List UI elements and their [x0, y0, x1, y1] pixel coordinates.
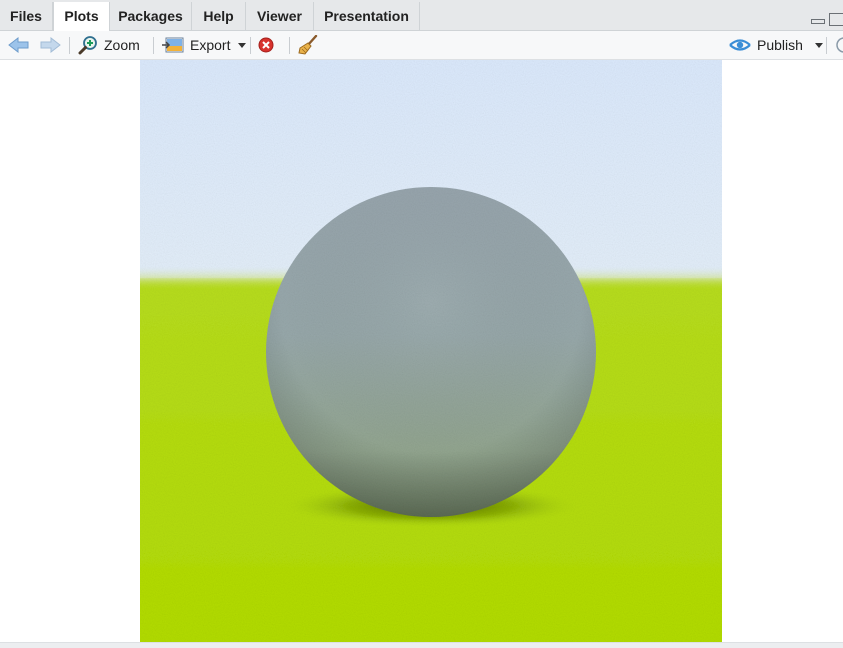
tab-presentation[interactable]: Presentation	[314, 2, 420, 31]
publish-label: Publish	[757, 37, 803, 53]
tab-files[interactable]: Files	[0, 2, 53, 31]
broom-icon	[298, 35, 318, 55]
forward-button[interactable]	[39, 34, 61, 56]
tab-viewer[interactable]: Viewer	[246, 2, 314, 31]
chevron-down-icon	[814, 42, 823, 48]
tab-strip: Files Plots Packages Help Viewer Present…	[0, 0, 843, 32]
tab-plots[interactable]: Plots	[53, 2, 110, 32]
publish-menu-button[interactable]: Publish	[729, 34, 823, 56]
remove-plot-icon	[258, 37, 274, 53]
clear-all-plots-button[interactable]	[298, 34, 318, 56]
arrow-left-icon	[8, 37, 29, 53]
chevron-down-icon	[238, 42, 247, 48]
plot-image	[140, 60, 722, 642]
arrow-right-icon	[40, 37, 61, 53]
toolbar-divider	[153, 37, 154, 54]
tab-help[interactable]: Help	[192, 2, 246, 31]
maximize-pane-button[interactable]	[829, 13, 843, 26]
minimize-pane-button[interactable]	[811, 19, 825, 24]
toolbar-divider	[250, 37, 251, 54]
publish-eye-icon	[729, 39, 751, 51]
zoom-magnifier-icon	[78, 36, 97, 55]
back-button[interactable]	[8, 34, 30, 56]
export-image-icon	[162, 37, 184, 53]
plots-pane: Files Plots Packages Help Viewer Present…	[0, 0, 843, 648]
tab-packages[interactable]: Packages	[110, 2, 192, 31]
zoom-label: Zoom	[104, 37, 140, 53]
export-menu-button[interactable]: Export	[162, 34, 247, 56]
zoom-button[interactable]: Zoom	[78, 34, 140, 56]
toolbar-divider	[69, 37, 70, 54]
refresh-icon	[836, 37, 843, 53]
toolbar-divider	[826, 37, 827, 54]
plots-toolbar: Zoom Export Publish	[0, 31, 843, 60]
refresh-button[interactable]	[834, 34, 843, 56]
toolbar-divider	[289, 37, 290, 54]
pane-bottom-edge	[0, 642, 843, 648]
remove-plot-button[interactable]	[258, 34, 274, 56]
sphere-shading	[266, 187, 596, 517]
plot-display-area	[0, 60, 843, 642]
export-label: Export	[190, 37, 231, 53]
